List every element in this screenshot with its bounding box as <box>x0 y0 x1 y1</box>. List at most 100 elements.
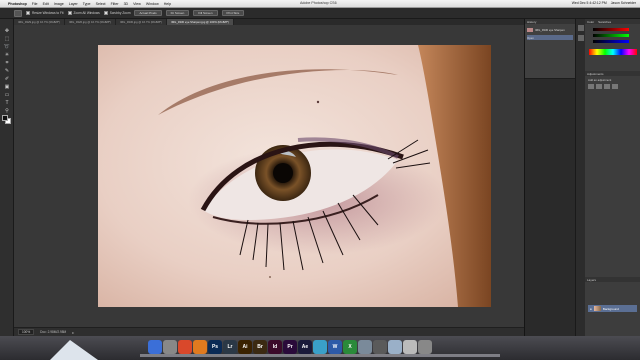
properties-panel-icon[interactable] <box>578 35 584 41</box>
menu-file[interactable]: File <box>32 2 38 6</box>
desktop-wallpaper-shape <box>50 340 98 360</box>
curves-icon[interactable] <box>604 84 610 89</box>
dock-app-icon[interactable]: Ps <box>208 340 222 354</box>
user-name[interactable]: Jason Schneider <box>611 1 636 5</box>
canvas-area[interactable] <box>14 25 524 327</box>
zoom-tool-icon[interactable]: ⚲ <box>3 107 11 114</box>
adjustments-subtitle: Add an adjustment <box>588 78 612 82</box>
crop-tool-icon[interactable]: ⌗ <box>3 59 11 66</box>
menu-image[interactable]: Image <box>54 2 64 6</box>
right-panel-column: Color Swatches Adjustments Add an adjust… <box>585 19 640 336</box>
dock-app-icon[interactable]: Ai <box>238 340 252 354</box>
dock-app-icon[interactable] <box>373 340 387 354</box>
fit-screen-button[interactable]: Fit Screen <box>165 10 190 16</box>
fill-screen-button[interactable]: Fill Screen <box>193 10 218 16</box>
menu-select[interactable]: Select <box>96 2 106 6</box>
option-label: Resize Windows to Fit <box>32 11 64 15</box>
menu-app-name[interactable]: Photoshop <box>8 2 27 6</box>
panel-icon-strip <box>575 19 585 336</box>
clock[interactable]: Wed Dec 5 4:42:12 PM <box>572 1 607 5</box>
dock-app-icon[interactable]: Pr <box>283 340 297 354</box>
type-tool-icon[interactable]: T <box>3 99 11 106</box>
menu-status-area: Wed Dec 5 4:42:12 PM Jason Schneider <box>572 1 636 5</box>
magic-wand-tool-icon[interactable]: ✳ <box>3 51 11 58</box>
dock-app-icon[interactable] <box>163 340 177 354</box>
mac-dock: Ps Lr Ai Br Id Pr Ae W X <box>148 340 432 358</box>
window-title: Adobe Photoshop CS6 <box>300 1 337 5</box>
document-size: Doc: 2.98M/2.98M <box>40 330 67 334</box>
green-slider[interactable] <box>593 34 629 37</box>
dock-app-icon[interactable]: Lr <box>223 340 237 354</box>
marquee-tool-icon[interactable]: ⬚ <box>3 35 11 42</box>
swatches-tab[interactable]: Swatches <box>598 20 611 24</box>
checkbox-icon[interactable] <box>103 11 108 15</box>
adjustments-tab[interactable]: Adjustments <box>587 72 604 76</box>
layers-tab[interactable]: Layers <box>587 278 596 282</box>
foreground-color-swatch[interactable] <box>2 115 8 121</box>
adjustments-panel-header: Adjustments <box>585 71 640 76</box>
dock-app-icon[interactable] <box>358 340 372 354</box>
exposure-icon[interactable] <box>612 84 618 89</box>
eraser-tool-icon[interactable]: ▭ <box>3 91 11 98</box>
dock-app-icon[interactable]: Br <box>253 340 267 354</box>
layer-thumbnail <box>593 306 601 311</box>
checkbox-icon[interactable] <box>26 11 30 15</box>
history-panel-icon[interactable] <box>578 25 584 31</box>
color-tab[interactable]: Color <box>587 20 594 24</box>
color-panel-header: Color Swatches <box>585 19 640 24</box>
menu-layer[interactable]: Layer <box>69 2 78 6</box>
visibility-eye-icon[interactable]: ● <box>590 307 592 311</box>
option-scrubby-zoom[interactable]: Scrubby Zoom <box>103 11 131 15</box>
dock-app-icon[interactable]: W <box>328 340 342 354</box>
history-item-label: IMG_9330 eye Sharpen <box>535 27 565 32</box>
color-spectrum-bar[interactable] <box>589 49 637 55</box>
dock-app-icon[interactable]: Ae <box>298 340 312 354</box>
status-menu-arrow-icon[interactable]: ▸ <box>72 330 74 335</box>
mac-menu-bar: Photoshop File Edit Image Layer Type Sel… <box>0 0 640 8</box>
menu-3d[interactable]: 3D <box>124 2 129 6</box>
menu-view[interactable]: View <box>133 2 141 6</box>
status-bar: 100% Doc: 2.98M/2.98M ▸ <box>14 327 524 336</box>
zoom-level-field[interactable]: 100% <box>18 329 35 335</box>
menu-edit[interactable]: Edit <box>43 2 49 6</box>
menu-help[interactable]: Help <box>164 2 171 6</box>
levels-icon[interactable] <box>596 84 602 89</box>
option-resize-windows[interactable]: Resize Windows to Fit <box>26 11 64 15</box>
brightness-icon[interactable] <box>588 84 594 89</box>
dock-app-icon[interactable] <box>418 340 432 354</box>
menu-filter[interactable]: Filter <box>111 2 119 6</box>
menu-type[interactable]: Type <box>83 2 91 6</box>
move-tool-icon[interactable]: ✥ <box>3 27 11 34</box>
eye-photo[interactable] <box>98 45 491 307</box>
dock-app-icon[interactable] <box>388 340 402 354</box>
dock-app-icon[interactable]: Id <box>268 340 282 354</box>
tools-panel: ✥ ⬚ ➰ ✳ ⌗ ✎ ✐ ▣ ▭ T ⚲ <box>0 19 14 336</box>
brush-tool-icon[interactable]: ✐ <box>3 75 11 82</box>
color-sliders[interactable] <box>589 26 637 46</box>
dock-app-icon[interactable] <box>178 340 192 354</box>
stamp-tool-icon[interactable]: ▣ <box>3 83 11 90</box>
dock-app-icon[interactable] <box>313 340 327 354</box>
zoom-tool-preset-icon[interactable] <box>14 9 22 17</box>
option-label: Scrubby Zoom <box>109 11 131 15</box>
history-snapshot[interactable]: IMG_9330 eye Sharpen <box>527 27 573 32</box>
dock-app-icon[interactable] <box>403 340 417 354</box>
option-label: Zoom All Windows <box>73 11 100 15</box>
dock-app-icon[interactable] <box>148 340 162 354</box>
menu-window[interactable]: Window <box>146 2 159 6</box>
checkbox-icon[interactable] <box>67 11 72 15</box>
history-item-open[interactable]: Open <box>527 35 573 40</box>
dock-app-icon[interactable]: X <box>343 340 357 354</box>
red-slider[interactable] <box>593 28 629 31</box>
blue-slider[interactable] <box>593 40 629 43</box>
lasso-tool-icon[interactable]: ➰ <box>3 43 11 50</box>
eyedropper-tool-icon[interactable]: ✎ <box>3 67 11 74</box>
layer-background[interactable]: ● Background <box>588 305 637 312</box>
history-panel-title[interactable]: History <box>525 19 576 24</box>
print-size-button[interactable]: Print Size <box>221 10 245 16</box>
actual-pixels-button[interactable]: Actual Pixels <box>134 10 162 16</box>
dock-app-icon[interactable] <box>193 340 207 354</box>
option-zoom-all[interactable]: Zoom All Windows <box>67 11 100 15</box>
layer-name[interactable]: Background <box>603 307 619 311</box>
left-panel-column: History IMG_9330 eye Sharpen Open <box>524 19 576 336</box>
